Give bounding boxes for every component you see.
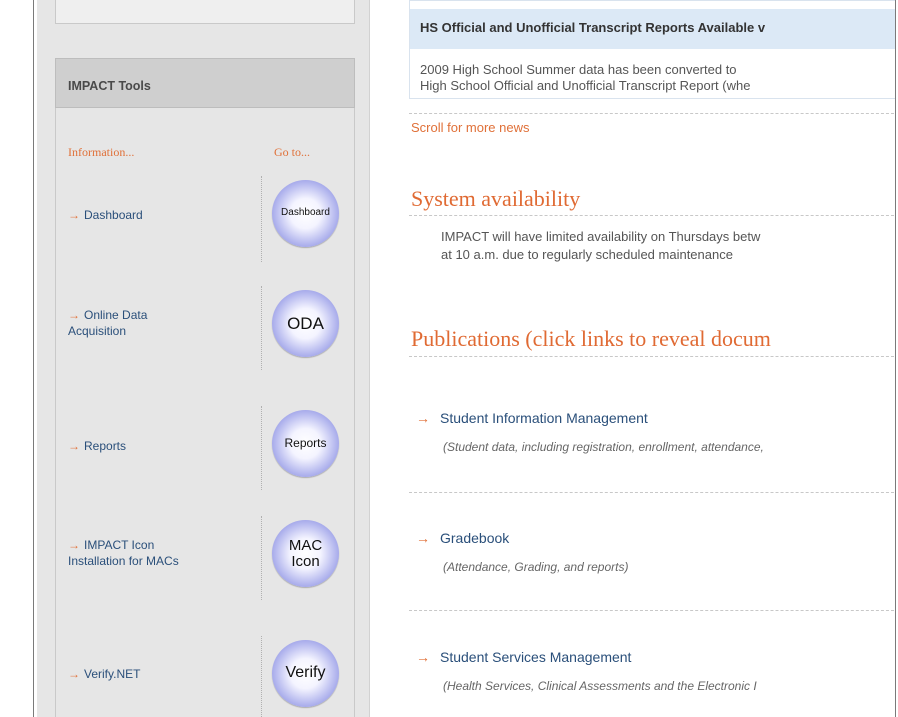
- news-body: 2009 High School Summer data has been co…: [420, 62, 895, 94]
- publications-title: Publications (click links to reveal docu…: [411, 326, 771, 351]
- impact-tools-header: IMPACT Tools: [55, 58, 355, 108]
- tool-separator: [261, 636, 262, 717]
- pub-description: (Attendance, Grading, and reports): [443, 560, 629, 574]
- tool-separator: [261, 176, 262, 262]
- tool-link-label: Dashboard: [84, 208, 143, 222]
- pub-link-student-information-management[interactable]: → Student Information Management: [416, 410, 648, 426]
- news-body-line: 2009 High School Summer data has been co…: [420, 62, 737, 77]
- tool-separator: [261, 286, 262, 370]
- tool-separator: [261, 516, 262, 600]
- arrow-icon: →: [416, 649, 430, 665]
- column-header-information: Information...: [68, 145, 135, 159]
- tool-link-label: IMPACT Icon Installation for MACs: [68, 538, 179, 568]
- system-availability-text: IMPACT will have limited availability on…: [441, 228, 760, 264]
- arrow-icon: →: [68, 538, 80, 552]
- tool-link-label: Reports: [84, 439, 127, 453]
- tool-link-online-data-acquisition[interactable]: → Online Data Acquisition: [68, 307, 208, 339]
- arrow-icon: →: [68, 439, 80, 453]
- divider: [409, 356, 895, 357]
- mac-icon-button[interactable]: MAC Icon: [272, 520, 339, 587]
- tool-separator: [261, 406, 262, 490]
- oda-button[interactable]: ODA: [272, 290, 339, 357]
- availability-line: IMPACT will have limited availability on…: [441, 229, 761, 244]
- arrow-icon: →: [68, 208, 80, 222]
- pub-description: (Health Services, Clinical Assessments a…: [443, 679, 757, 693]
- system-availability-title: System availability: [411, 186, 581, 211]
- frame-right-border: [895, 0, 896, 717]
- tool-link-impact-icon-macs[interactable]: → IMPACT Icon Installation for MACs: [68, 537, 198, 569]
- tool-link-label: Verify.NET: [84, 667, 141, 681]
- frame-left-border: [33, 0, 34, 717]
- verify-button[interactable]: Verify: [272, 640, 339, 707]
- pub-link-label: Student Information Management: [440, 410, 648, 426]
- arrow-icon: →: [68, 667, 80, 681]
- news-body-line: High School Official and Unofficial Tran…: [420, 78, 751, 93]
- sidebar: IMPACT Tools Information... Go to... → Da…: [37, 0, 370, 717]
- tool-link-dashboard[interactable]: → Dashboard: [68, 207, 143, 223]
- pub-link-gradebook[interactable]: → Gradebook: [416, 530, 509, 546]
- news-scroll-box[interactable]: HS Official and Unofficial Transcript Re…: [409, 0, 895, 99]
- scroll-more-news-link[interactable]: Scroll for more news: [411, 120, 529, 135]
- reports-button[interactable]: Reports: [272, 410, 339, 477]
- tool-link-verify-net[interactable]: → Verify.NET: [68, 666, 140, 682]
- news-title[interactable]: HS Official and Unofficial Transcript Re…: [410, 9, 895, 49]
- pub-link-label: Student Services Management: [440, 649, 632, 665]
- tool-link-reports[interactable]: → Reports: [68, 438, 126, 454]
- availability-line: at 10 a.m. due to regularly scheduled ma…: [441, 247, 733, 262]
- divider: [409, 113, 895, 114]
- arrow-icon: →: [416, 410, 430, 426]
- dashboard-button[interactable]: Dashboard: [272, 180, 339, 247]
- pub-link-label: Gradebook: [440, 530, 510, 546]
- pub-description: (Student data, including registration, e…: [443, 440, 764, 454]
- pub-link-student-services-management[interactable]: → Student Services Management: [416, 649, 631, 665]
- impact-tools-panel: Information... Go to... → Dashboard Dashb…: [55, 108, 355, 717]
- main-content: HS Official and Unofficial Transcript Re…: [371, 0, 895, 717]
- arrow-icon: →: [416, 530, 430, 546]
- sidebar-top-box: [55, 0, 355, 24]
- divider: [409, 610, 895, 611]
- column-header-goto: Go to...: [274, 145, 310, 159]
- arrow-icon: →: [68, 308, 80, 322]
- divider: [409, 492, 895, 493]
- divider: [409, 215, 895, 216]
